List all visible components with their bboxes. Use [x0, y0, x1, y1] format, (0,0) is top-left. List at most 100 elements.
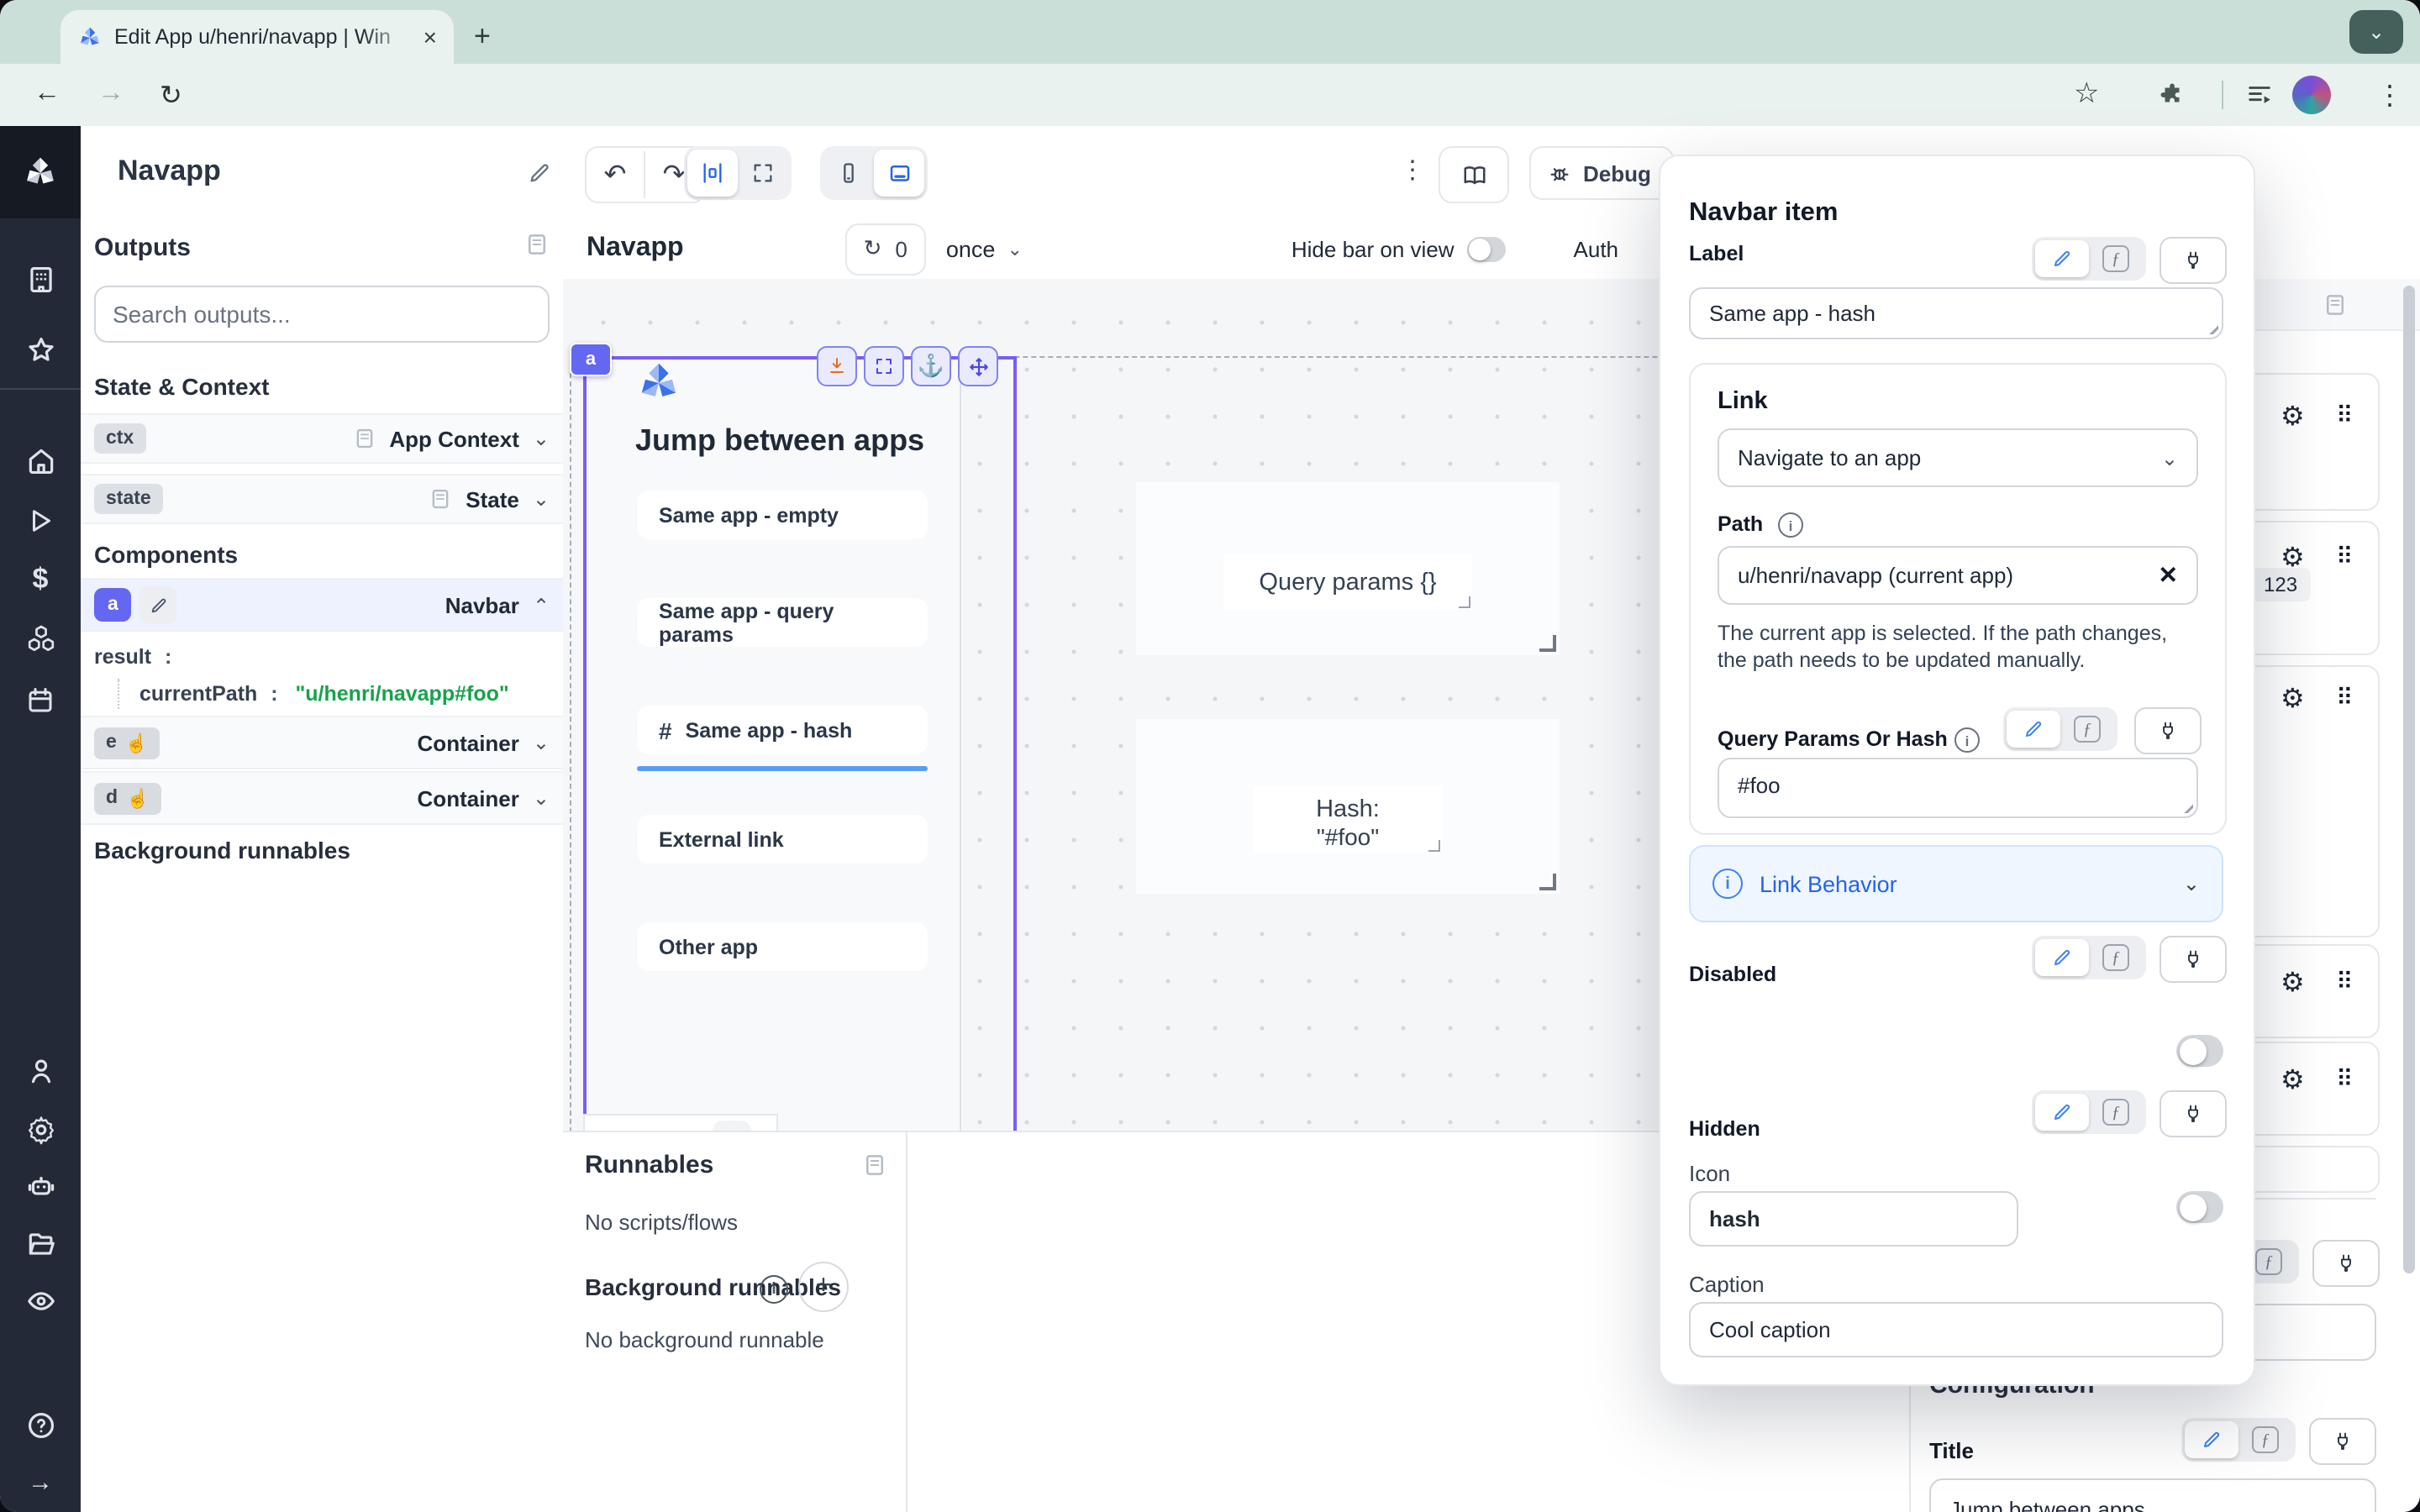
static-input-button[interactable] [2185, 1421, 2238, 1458]
panel-scrollbar[interactable] [2403, 286, 2415, 1273]
gear-icon[interactable]: ⚙ [2281, 966, 2305, 1000]
resize-handle[interactable] [1459, 596, 1470, 608]
sidebar-item-users[interactable] [24, 1053, 57, 1087]
chevron-down-icon[interactable]: ⌄ [533, 786, 550, 810]
hide-bar-toggle[interactable] [1468, 236, 1507, 261]
static-input-button[interactable] [2035, 1094, 2089, 1131]
eval-input-button[interactable]: ƒ [2238, 1421, 2292, 1458]
move-component-button[interactable] [958, 346, 998, 386]
sidebar-item-schedules[interactable] [24, 684, 57, 717]
eval-input-button[interactable]: ƒ [2089, 240, 2143, 277]
refresh-count-button[interactable]: ↻ 0 [845, 223, 926, 275]
caption-input[interactable]: Cool caption [1689, 1302, 2223, 1357]
sidebar-item-workspace[interactable] [24, 262, 57, 296]
resize-corner-icon[interactable] [1539, 635, 1556, 652]
back-button[interactable]: ← [34, 79, 60, 109]
home-logo-button[interactable] [0, 126, 81, 218]
connect-input-button[interactable] [2160, 1090, 2227, 1137]
drag-grip-icon[interactable]: ⠿ [2336, 684, 2355, 712]
anchor-component-button[interactable]: ⚓ [911, 346, 951, 386]
reload-button[interactable]: ↻ [160, 79, 182, 113]
component-id-badge[interactable]: a [570, 343, 612, 376]
new-tab-button[interactable]: + [474, 20, 491, 54]
undo-button[interactable]: ↶ [587, 151, 645, 198]
label-input[interactable]: Same app - hash [1689, 287, 2223, 339]
sidebar-item-audit[interactable] [24, 1284, 57, 1317]
nav-item-external-link[interactable]: External link [637, 815, 928, 864]
static-input-button[interactable] [2007, 711, 2060, 748]
edit-name-pencil-icon[interactable] [528, 161, 551, 185]
nav-item-same-app-empty[interactable]: Same app - empty [637, 491, 928, 539]
gear-icon[interactable]: ⚙ [2281, 400, 2305, 433]
drag-grip-icon[interactable]: ⠿ [2336, 402, 2355, 430]
tab-search-button[interactable]: ⌄ [2349, 10, 2403, 54]
sidebar-item-variables[interactable]: $ [24, 563, 57, 596]
more-menu-icon[interactable]: ⋮ [1400, 155, 1425, 185]
connect-input-button[interactable] [2160, 936, 2227, 983]
sidebar-item-settings[interactable] [24, 1112, 57, 1146]
sidebar-item-resources[interactable] [24, 622, 57, 655]
center-layout-button[interactable] [687, 150, 738, 197]
title-input[interactable]: Jump between apps [1929, 1478, 2376, 1512]
hash-text[interactable]: Hash: "#foo" [1254, 786, 1442, 853]
rename-component-button[interactable] [140, 586, 177, 623]
eval-input-button[interactable]: ƒ [2089, 1094, 2143, 1131]
fullwidth-layout-button[interactable] [738, 150, 788, 197]
sidebar-item-folders[interactable] [24, 1226, 57, 1260]
query-params-text[interactable]: Query params {} [1223, 554, 1472, 610]
sidebar-item-help[interactable] [24, 1408, 57, 1441]
sidebar-item-home[interactable] [24, 444, 57, 477]
docs-button[interactable] [1439, 146, 1509, 203]
sidebar-item-workers[interactable] [24, 1169, 57, 1203]
gear-icon[interactable]: ⚙ [2281, 1063, 2305, 1097]
forward-button[interactable]: → [97, 79, 124, 109]
output-row-state[interactable]: state State ⌄ [81, 474, 563, 524]
eval-input-button[interactable]: ƒ [2060, 711, 2114, 748]
search-input[interactable] [94, 286, 550, 343]
chevron-down-icon[interactable]: ⌄ [533, 487, 550, 511]
doc-panel-icon[interactable] [524, 232, 550, 257]
nav-item-same-app-hash[interactable]: # Same app - hash [637, 706, 928, 754]
refresh-mode-select[interactable]: once ⌄ [946, 236, 1023, 261]
current-path-row[interactable]: currentPath : "u/henri/navapp#foo" [118, 679, 509, 709]
debug-button[interactable]: Debug [1529, 146, 1674, 200]
drag-grip-icon[interactable]: ⠿ [2336, 543, 2355, 571]
add-background-runnable-button[interactable]: + [798, 1262, 849, 1312]
component-row-container-e[interactable]: e ☝ Container ⌄ [81, 716, 563, 769]
query-params-container[interactable]: Query params {} [1136, 482, 1560, 655]
chevron-up-icon[interactable]: ⌄ [533, 593, 550, 617]
sidebar-item-favorites[interactable] [24, 333, 57, 366]
component-row-container-d[interactable]: d ☝ Container ⌄ [81, 771, 563, 825]
media-controls-icon[interactable] [2245, 81, 2274, 109]
static-input-button[interactable] [2035, 240, 2089, 277]
icon-input[interactable]: hash [1689, 1191, 2018, 1247]
profile-avatar[interactable] [2292, 76, 2331, 114]
mobile-view-button[interactable] [823, 150, 874, 197]
link-behavior-toggle[interactable]: i Link Behavior ⌄ [1689, 845, 2223, 922]
hash-container[interactable]: Hash: "#foo" [1136, 719, 1560, 894]
connect-input-button[interactable] [2312, 1240, 2380, 1287]
disabled-toggle[interactable] [2176, 1035, 2223, 1067]
resize-handle[interactable] [1428, 840, 1440, 852]
drag-grip-icon[interactable]: ⠿ [2336, 968, 2355, 996]
expand-component-button[interactable] [864, 346, 904, 386]
chevron-down-icon[interactable]: ⌄ [533, 427, 550, 450]
resize-corner-icon[interactable] [1539, 874, 1556, 890]
nav-item-other-app[interactable]: Other app [637, 922, 928, 971]
result-key[interactable]: result [94, 645, 151, 669]
doc-panel-icon[interactable] [2323, 292, 2348, 318]
nav-item-query-params[interactable]: Same app - query params [637, 598, 928, 647]
sidebar-item-runs[interactable] [24, 504, 57, 538]
link-type-select[interactable]: Navigate to an app ⌄ [1718, 428, 2198, 487]
sidebar-expand-button[interactable]: → [24, 1465, 57, 1499]
eval-input-button[interactable]: ƒ [2089, 939, 2143, 976]
bookmark-star-icon[interactable]: ☆ [2074, 77, 2100, 111]
extensions-puzzle-icon[interactable] [2158, 81, 2186, 109]
connect-input-button[interactable] [2160, 237, 2227, 284]
qph-input[interactable]: #foo [1718, 758, 2198, 818]
drag-grip-icon[interactable]: ⠿ [2336, 1065, 2355, 1094]
doc-panel-icon[interactable] [862, 1152, 887, 1178]
tab-close-icon[interactable]: × [424, 24, 437, 50]
path-input[interactable]: u/henri/navapp (current app) ✕ [1718, 546, 2198, 605]
gear-icon[interactable]: ⚙ [2281, 682, 2305, 716]
